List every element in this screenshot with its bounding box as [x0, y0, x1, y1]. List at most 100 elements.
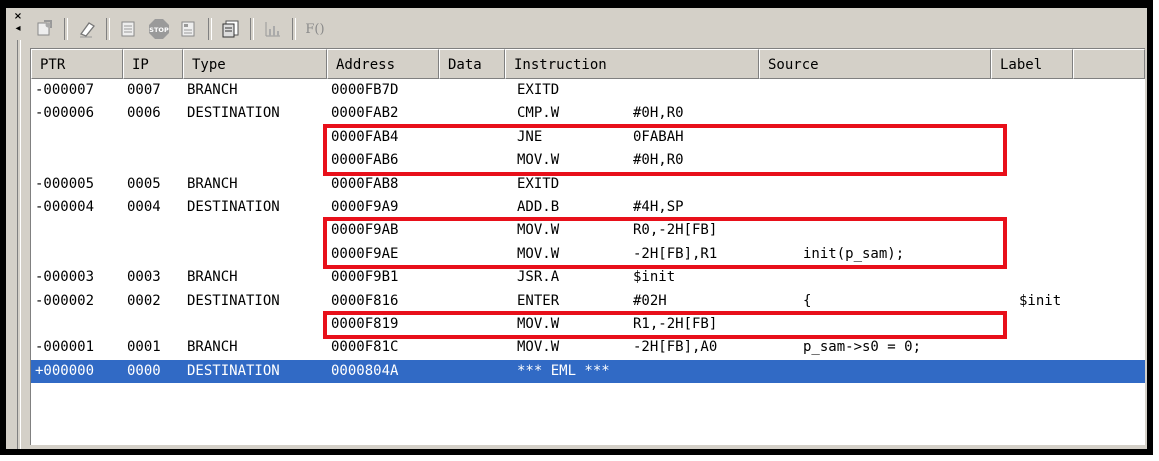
- type-cell: BRANCH: [187, 175, 238, 192]
- instruction-operand-cell: -2H[FB],R1: [633, 245, 718, 262]
- type-cell: DESTINATION: [187, 105, 280, 122]
- column-header-source[interactable]: Source: [759, 49, 991, 79]
- address-cell: 0000FAB8: [331, 175, 399, 192]
- ptr-cell: -000003: [35, 269, 95, 286]
- address-cell: 0000804A: [331, 362, 399, 379]
- instruction-operand-cell: #4H,SP: [633, 198, 684, 215]
- table-row[interactable]: +000000 0000 DESTINATION 0000804A *** EML **…: [31, 359, 1145, 384]
- table-header: PTR IP Type Address Data Instruction Sou…: [31, 49, 1145, 79]
- address-cell: 0000F816: [331, 292, 399, 309]
- ptr-cell: -000007: [35, 82, 95, 98]
- ptr-cell: -000004: [35, 198, 95, 215]
- chart-icon[interactable]: [261, 17, 285, 41]
- toolbar: STOP F(): [30, 10, 1145, 48]
- ptr-cell: -000002: [35, 292, 95, 309]
- trace-table[interactable]: PTR IP Type Address Data Instruction Sou…: [30, 48, 1145, 445]
- address-cell: 0000F9AB: [331, 222, 399, 239]
- type-cell: DESTINATION: [187, 362, 280, 379]
- stop-icon[interactable]: STOP: [147, 17, 171, 41]
- trace-window-icon[interactable]: [177, 17, 201, 41]
- column-header-address[interactable]: Address: [327, 49, 439, 79]
- toolbar-separator: [106, 18, 110, 40]
- column-header-ptr[interactable]: PTR: [31, 49, 123, 79]
- ptr-cell: -000006: [35, 105, 95, 122]
- instruction-operand-cell: #0H,R0: [633, 105, 684, 122]
- instruction-operand-cell: R0,-2H[FB]: [633, 222, 718, 239]
- column-header-filler: [1073, 49, 1145, 79]
- table-row[interactable]: 0000F9AB MOV.W R0,-2H[FB]: [31, 219, 1145, 242]
- type-cell: BRANCH: [187, 82, 238, 98]
- table-row[interactable]: -000001 0001 BRANCH 0000F81C MOV.W -2H[FB],A0…: [31, 336, 1145, 359]
- instruction-operand-cell: R1,-2H[FB]: [633, 315, 718, 332]
- ip-cell: 0001: [127, 339, 161, 356]
- instruction-mnemonic-cell: MOV.W: [517, 152, 560, 169]
- label-cell: $init: [1019, 292, 1062, 309]
- instruction-mnemonic-cell: EXITD: [517, 82, 560, 98]
- table-row[interactable]: -000005 0005 BRANCH 0000FAB8 EXITD: [31, 173, 1145, 196]
- table-row[interactable]: -000007 0007 BRANCH 0000FB7D EXITD: [31, 79, 1145, 102]
- instruction-operand-cell: #0H,R0: [633, 152, 684, 169]
- ip-cell: 0003: [127, 269, 161, 286]
- eraser-icon[interactable]: [75, 17, 99, 41]
- table-row[interactable]: 0000FAB4 JNE 0FABAH: [31, 126, 1145, 149]
- svg-text:STOP: STOP: [149, 26, 169, 34]
- instruction-mnemonic-cell: MOV.W: [517, 245, 560, 262]
- address-cell: 0000F9B1: [331, 269, 399, 286]
- source-cell: {: [803, 292, 812, 309]
- table-row[interactable]: 0000F819 MOV.W R1,-2H[FB]: [31, 313, 1145, 336]
- ip-cell: 0005: [127, 175, 161, 192]
- column-header-label[interactable]: Label: [991, 49, 1073, 79]
- instruction-mnemonic-cell: JSR.A: [517, 269, 560, 286]
- ptr-cell: +000000: [35, 362, 95, 379]
- address-cell: 0000F819: [331, 315, 399, 332]
- table-row[interactable]: -000004 0004 DESTINATION 0000F9A9 ADD.B #4H,S…: [31, 196, 1145, 219]
- toolbar-separator: [208, 18, 212, 40]
- table-row[interactable]: -000006 0006 DESTINATION 0000FAB2 CMP.W #0H,R…: [31, 102, 1145, 125]
- address-cell: 0000FAB2: [331, 105, 399, 122]
- source-cell: init(p_sam);: [803, 245, 905, 262]
- instruction-mnemonic-cell: CMP.W: [517, 105, 560, 122]
- save-icon[interactable]: [219, 17, 243, 41]
- type-cell: DESTINATION: [187, 292, 280, 309]
- table-row[interactable]: -000002 0002 DESTINATION 0000F816 ENTER #02H {…: [31, 290, 1145, 313]
- gripper-bar[interactable]: [17, 40, 21, 449]
- collapse-arrow-icon[interactable]: ◂: [12, 24, 24, 36]
- dock-gripper[interactable]: × ◂: [10, 10, 28, 449]
- toolbar-separator: [64, 18, 68, 40]
- instruction-mnemonic-cell: EXITD: [517, 175, 560, 192]
- ip-cell: 0002: [127, 292, 161, 309]
- table-row[interactable]: -000003 0003 BRANCH 0000F9B1 JSR.A $init: [31, 266, 1145, 289]
- properties-icon[interactable]: [33, 17, 57, 41]
- ip-cell: 0000: [127, 362, 161, 379]
- address-cell: 0000FB7D: [331, 82, 399, 98]
- function-icon[interactable]: F(): [303, 17, 327, 41]
- address-cell: 0000FAB4: [331, 128, 399, 145]
- ptr-cell: -000005: [35, 175, 95, 192]
- trace-list-icon[interactable]: [117, 17, 141, 41]
- instruction-operand-cell: -2H[FB],A0: [633, 339, 718, 356]
- ip-cell: 0004: [127, 198, 161, 215]
- instruction-operand-cell: #02H: [633, 292, 667, 309]
- column-header-instruction[interactable]: Instruction: [505, 49, 759, 79]
- ptr-cell: -000001: [35, 339, 95, 356]
- instruction-mnemonic-cell: *** EML ***: [517, 362, 610, 379]
- address-cell: 0000FAB6: [331, 152, 399, 169]
- table-row[interactable]: 0000FAB6 MOV.W #0H,R0: [31, 149, 1145, 172]
- source-cell: p_sam->s0 = 0;: [803, 339, 922, 356]
- column-header-type[interactable]: Type: [183, 49, 327, 79]
- instruction-operand-cell: 0FABAH: [633, 128, 684, 145]
- table-row[interactable]: 0000F9AE MOV.W -2H[FB],R1 init(p_sam);: [31, 243, 1145, 266]
- column-header-ip[interactable]: IP: [123, 49, 183, 79]
- instruction-mnemonic-cell: ADD.B: [517, 198, 560, 215]
- instruction-operand-cell: $init: [633, 269, 676, 286]
- type-cell: BRANCH: [187, 269, 238, 286]
- trace-window: × ◂ STOP F() PTR IP Type Address Data In…: [0, 0, 1153, 455]
- ip-cell: 0006: [127, 105, 161, 122]
- column-header-data[interactable]: Data: [439, 49, 505, 79]
- instruction-mnemonic-cell: MOV.W: [517, 315, 560, 332]
- toolbar-separator: [250, 18, 254, 40]
- type-cell: BRANCH: [187, 339, 238, 356]
- address-cell: 0000F81C: [331, 339, 399, 356]
- instruction-mnemonic-cell: JNE: [517, 128, 543, 145]
- function-label: F(): [305, 21, 325, 37]
